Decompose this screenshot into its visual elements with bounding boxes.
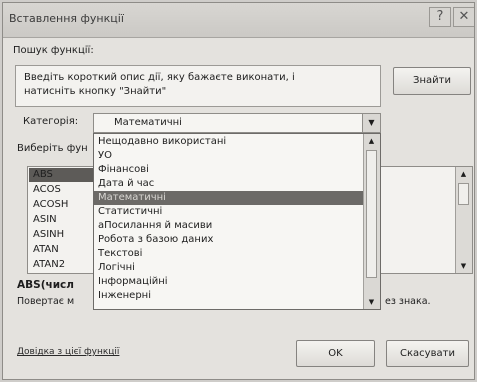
- function-description-tail: ез знака.: [385, 296, 431, 307]
- scroll-thumb[interactable]: [366, 150, 377, 278]
- list-item[interactable]: ACOSH: [33, 197, 68, 213]
- close-icon[interactable]: ✕: [453, 7, 474, 27]
- chevron-down-icon[interactable]: ▼: [362, 114, 380, 132]
- help-icon[interactable]: ?: [429, 7, 451, 27]
- insert-function-dialog: Вставлення функції ? ✕ Пошук функції: Вв…: [2, 2, 475, 380]
- category-select[interactable]: Математичні ▼: [93, 113, 381, 133]
- scroll-thumb[interactable]: [458, 183, 469, 205]
- help-link[interactable]: Довідка з цієї функції: [17, 347, 119, 357]
- category-label: Категорія:: [23, 116, 79, 127]
- search-hint-line2: натисніть кнопку "Знайти": [24, 86, 167, 97]
- title-bar: Вставлення функції ? ✕: [3, 3, 474, 38]
- list-item[interactable]: ATAN2: [33, 257, 65, 273]
- function-description: Повертає м: [17, 296, 75, 307]
- function-signature: ABS(числ: [17, 279, 74, 291]
- list-item[interactable]: ASINH: [33, 227, 64, 243]
- category-option[interactable]: Статистичні: [94, 205, 364, 219]
- find-button[interactable]: Знайти: [393, 67, 471, 95]
- category-option[interactable]: Фінансові: [94, 163, 364, 177]
- category-option[interactable]: Інформаційні: [94, 275, 364, 289]
- list-item[interactable]: ASIN: [33, 212, 57, 228]
- scroll-down-icon[interactable]: ▼: [364, 295, 379, 309]
- search-hint-line1: Введіть короткий опис дії, яку бажаєте в…: [24, 72, 295, 83]
- category-dropdown-list[interactable]: Нещодавно використані УО Фінансові Дата …: [93, 133, 381, 310]
- category-option[interactable]: Логічні: [94, 261, 364, 275]
- scroll-up-icon[interactable]: ▲: [456, 167, 471, 181]
- scroll-down-icon[interactable]: ▼: [456, 259, 471, 273]
- category-option[interactable]: УО: [94, 149, 364, 163]
- category-option[interactable]: Інженерні: [94, 289, 364, 303]
- ok-button[interactable]: OK: [296, 340, 375, 367]
- list-item[interactable]: ABS: [33, 167, 53, 183]
- category-option[interactable]: аПосилання й масиви: [94, 219, 364, 233]
- category-option-selected[interactable]: Математичні: [94, 191, 364, 205]
- select-function-label: Виберіть фун: [17, 143, 88, 154]
- search-label: Пошук функції:: [13, 45, 94, 56]
- category-option[interactable]: Нещодавно використані: [94, 135, 364, 149]
- cancel-button[interactable]: Скасувати: [386, 340, 469, 367]
- dropdown-scrollbar[interactable]: ▲ ▼: [363, 134, 380, 309]
- category-option[interactable]: Робота з базою даних: [94, 233, 364, 247]
- list-item[interactable]: ACOS: [33, 182, 61, 198]
- list-item[interactable]: ATAN: [33, 242, 59, 258]
- scroll-up-icon[interactable]: ▲: [364, 134, 379, 148]
- category-option[interactable]: Дата й час: [94, 177, 364, 191]
- category-selected-value: Математичні: [114, 117, 182, 128]
- category-option[interactable]: Текстові: [94, 247, 364, 261]
- function-list-scrollbar[interactable]: ▲ ▼: [455, 167, 472, 273]
- dialog-title: Вставлення функції: [9, 12, 124, 25]
- search-input[interactable]: Введіть короткий опис дії, яку бажаєте в…: [15, 65, 381, 107]
